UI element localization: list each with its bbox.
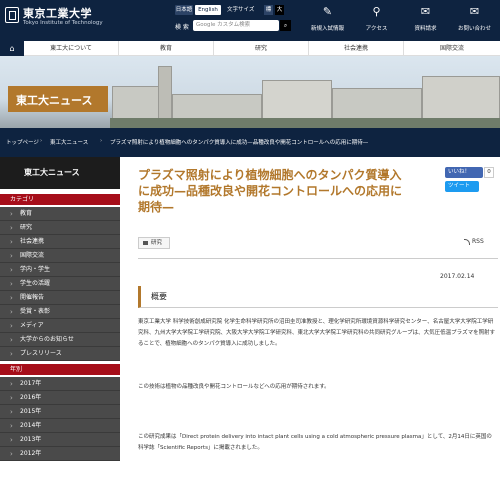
sidebar-year-2012[interactable]: 2012年	[0, 447, 120, 461]
sidebar-item-campus[interactable]: 学内・学生	[0, 263, 120, 277]
text-size-label: 文字サイズ	[227, 7, 255, 13]
divider	[138, 258, 498, 259]
search-icon[interactable]: ⌕	[280, 20, 291, 31]
like-count: 0	[484, 167, 494, 178]
university-name[interactable]: 東京工業大学	[23, 5, 92, 21]
sidebar-item-reports[interactable]: 開催報告	[0, 291, 120, 305]
university-name-en: Tokyo Institute of Technology	[23, 20, 103, 26]
location-pin-icon: ⚲	[372, 5, 381, 18]
article: プラズマ照射により植物細胞へのタンパク質導入に成功—品種改良や開花コントロールへ…	[120, 157, 500, 482]
breadcrumb-current: プラズマ照射により植物細胞へのタンパク質導入に成功—品種改良や開花コントロールへ…	[110, 140, 369, 146]
mail-icon: ✉	[469, 5, 480, 18]
sidebar-item-students[interactable]: 学生の活躍	[0, 277, 120, 291]
quick-link-brochure[interactable]: ✉ 資料請求	[403, 0, 448, 41]
breadcrumb-separator: ›	[100, 138, 103, 144]
hero-banner: 東工大ニュース	[0, 56, 500, 128]
sidebar-item-media[interactable]: メディア	[0, 319, 120, 333]
sidebar-item-awards[interactable]: 受賞・表彰	[0, 305, 120, 319]
pen-icon: ✎	[322, 5, 333, 18]
article-paragraph: この研究成果は「Direct protein delivery into int…	[138, 434, 492, 451]
quick-link-access[interactable]: ⚲ アクセス	[354, 0, 399, 41]
search-input[interactable]: Google カスタム検索	[193, 20, 279, 31]
breadcrumb: トップページ › 東工大ニュース › プラズマ照射により植物細胞へのタンパク質導…	[0, 128, 500, 157]
home-icon[interactable]: ⌂	[0, 41, 24, 56]
envelope-icon: ✉	[420, 5, 431, 18]
sidebar-category-header: カテゴリ	[0, 194, 120, 205]
tag-research[interactable]: 研究	[138, 237, 170, 249]
breadcrumb-home[interactable]: トップページ	[6, 138, 39, 146]
sidebar-year-header: 年別	[0, 364, 120, 375]
sidebar-year-2016[interactable]: 2016年	[0, 391, 120, 405]
sidebar-item-notices[interactable]: 大学からのお知らせ	[0, 333, 120, 347]
search-label: 検 索	[175, 24, 189, 31]
breadcrumb-news[interactable]: 東工大ニュース	[50, 138, 88, 146]
university-logo-icon[interactable]	[5, 7, 19, 23]
article-paragraph: この技術は植物の品種改良や開花コントロールなどへの応用が期待されます。	[138, 384, 330, 390]
nav-research[interactable]: 研究	[214, 41, 309, 56]
sidebar-year-2015[interactable]: 2015年	[0, 405, 120, 419]
main-nav: ⌂ 東工大について 教育 研究 社会連携 国際交流	[0, 41, 500, 56]
summary-heading: 概要	[138, 286, 498, 308]
quick-link-label: お問い合わせ	[457, 26, 491, 32]
sidebar-item-international[interactable]: 国際交流	[0, 249, 120, 263]
sidebar-year-2013[interactable]: 2013年	[0, 433, 120, 447]
quick-link-label: アクセス	[365, 26, 388, 32]
sidebar-year-2014[interactable]: 2014年	[0, 419, 120, 433]
quick-link-label: 資料請求	[414, 26, 437, 32]
sidebar-item-research[interactable]: 研究	[0, 221, 120, 235]
sidebar-year-2017[interactable]: 2017年	[0, 377, 120, 391]
nav-international[interactable]: 国際交流	[404, 41, 500, 56]
text-size-standard-button[interactable]: 標	[264, 5, 273, 15]
quick-link-contact[interactable]: ✉ お問い合わせ	[452, 0, 497, 41]
lang-english-button[interactable]: English	[195, 5, 221, 15]
nav-industry[interactable]: 社会連携	[309, 41, 404, 56]
sidebar: 東工大ニュース カテゴリ 教育 研究 社会連携 国際交流 学内・学生 学生の活躍…	[0, 157, 120, 482]
article-date: 2017.02.14	[440, 273, 475, 280]
sidebar-item-education[interactable]: 教育	[0, 207, 120, 221]
top-header: 東京工業大学 Tokyo Institute of Technology 日本語…	[0, 0, 500, 41]
quick-link-admissions[interactable]: ✎ 新規入試情報	[305, 0, 350, 41]
lang-japanese-button[interactable]: 日本語	[175, 5, 193, 15]
article-title: プラズマ照射により植物細胞へのタンパク質導入に成功—品種改良や開花コントロールへ…	[138, 168, 403, 214]
quick-link-label: 新規入試情報	[310, 26, 344, 32]
facebook-like-button[interactable]: いいね！	[445, 167, 483, 178]
nav-education[interactable]: 教育	[119, 41, 214, 56]
text-size-large-button[interactable]: 大	[275, 5, 284, 15]
article-paragraph: 東京工業大学 科学技術創成研究院 化学生命科学研究所の沼田圭司准教授と、理化学研…	[138, 319, 496, 347]
tweet-button[interactable]: ツイート	[445, 181, 479, 192]
sidebar-item-industry[interactable]: 社会連携	[0, 235, 120, 249]
sidebar-title: 東工大ニュース	[0, 157, 120, 189]
nav-about[interactable]: 東工大について	[24, 41, 119, 56]
hero-title: 東工大ニュース	[16, 94, 93, 107]
rss-link[interactable]: RSS	[464, 238, 484, 245]
breadcrumb-separator: ›	[40, 138, 43, 144]
sidebar-item-press[interactable]: プレスリリース	[0, 347, 120, 361]
trees-image	[110, 118, 500, 128]
